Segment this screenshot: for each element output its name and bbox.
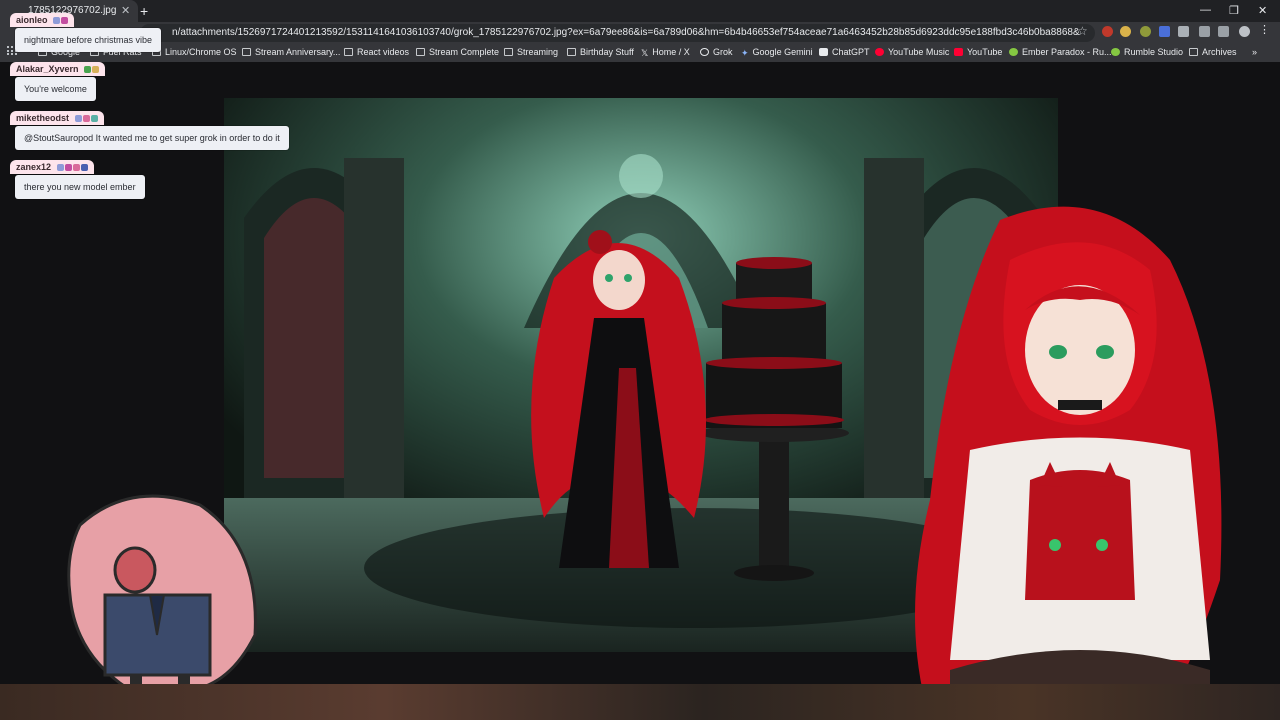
badge-icon (80, 164, 88, 171)
chat-username-block: aionleo (10, 13, 75, 27)
extension-icon[interactable] (1159, 26, 1170, 37)
youtube-music-icon (875, 48, 884, 56)
doodle-mascot (67, 494, 257, 705)
downloads-icon[interactable] (1218, 26, 1229, 37)
chat-username: Alakar_Xyvern (16, 64, 79, 74)
bookmark-home-x[interactable]: 𝕏 Home / X (641, 47, 690, 58)
menu-kebab-icon[interactable]: ⋮ (1259, 23, 1270, 36)
grok-icon (700, 48, 709, 56)
badge-icon (61, 17, 69, 24)
folder-icon (1189, 48, 1198, 56)
badge-icon (84, 66, 92, 73)
bookmark-birthday-stuff[interactable]: Birthday Stuff (567, 47, 634, 57)
badge-icon (74, 115, 82, 122)
folder-icon (416, 48, 425, 56)
close-window-icon[interactable]: ✕ (1258, 4, 1267, 17)
chat-badges (74, 113, 98, 123)
chat-message: Alakar_Xyvern You're welcome (10, 59, 106, 101)
chat-message-text: nightmare before christmas vibe (15, 28, 162, 52)
folder-icon (504, 48, 513, 56)
rumble-icon (1009, 48, 1018, 56)
bookmark-stream-complete[interactable]: Stream Complete (416, 47, 499, 57)
badge-icon (56, 164, 64, 171)
badge-icon (64, 164, 72, 171)
chat-badges (52, 15, 69, 25)
chat-message-text: @StoutSauropod It wanted me to get super… (15, 126, 289, 150)
volume-icon[interactable] (1178, 26, 1189, 37)
floor-rug-background (0, 684, 1280, 720)
folder-icon (242, 48, 251, 56)
bookmark-react-videos[interactable]: React videos (344, 47, 409, 57)
gemini-icon: ✦ (741, 48, 749, 58)
badge-icon (53, 17, 61, 24)
chat-message: aionleo nightmare before christmas vibe (10, 10, 162, 52)
bookmark-google-gemini[interactable]: ✦ Google Gemini (741, 47, 813, 58)
chat-username: miketheodst (16, 113, 70, 123)
chat-username: zanex12 (16, 162, 52, 172)
bookmark-stream-anniversary[interactable]: Stream Anniversary... (242, 47, 340, 57)
chat-username-block: Alakar_Xyvern (10, 62, 106, 76)
chat-username-block: zanex12 (10, 160, 94, 174)
bookmark-star-icon[interactable]: ☆ (1077, 24, 1088, 38)
badge-icon (90, 115, 98, 122)
chat-badges (56, 162, 88, 172)
bookmark-linux-chrome-os[interactable]: Linux/Chrome OS (152, 47, 237, 57)
extension-icon[interactable] (1120, 26, 1131, 37)
chat-message-text: You're welcome (15, 77, 96, 101)
profile-avatar-icon[interactable] (1239, 26, 1250, 37)
bookmark-streaming[interactable]: Streaming (504, 47, 558, 57)
badge-icon (82, 115, 90, 122)
address-bar-url: n/attachments/1526971724401213592/153114… (172, 27, 1080, 38)
chat-message: zanex12 there you new model ember (10, 157, 145, 199)
chat-username-block: miketheodst (10, 111, 104, 125)
minimize-icon[interactable]: — (1200, 4, 1211, 16)
vtuber-avatar (915, 206, 1222, 720)
badge-icon (72, 164, 80, 171)
chatgpt-icon (819, 48, 828, 56)
bookmarks-overflow-icon[interactable]: » (1252, 47, 1257, 57)
bookmark-rumble-studio[interactable]: Rumble Studio (1111, 47, 1183, 57)
youtube-icon (954, 48, 963, 56)
bookmark-chatgpt[interactable]: ChatGPT (819, 47, 870, 57)
extension-icon[interactable] (1140, 26, 1151, 37)
bookmark-youtube-music[interactable]: YouTube Music (875, 47, 949, 57)
bookmark-archives[interactable]: Archives (1189, 47, 1237, 57)
folder-icon (344, 48, 353, 56)
badge-icon (92, 66, 100, 73)
rumble-icon (1111, 48, 1120, 56)
restore-icon[interactable]: ❐ (1229, 4, 1239, 17)
adblock-extension-icon[interactable] (1102, 26, 1113, 37)
bookmark-grok[interactable]: Grok (700, 47, 733, 57)
folder-icon (567, 48, 576, 56)
extensions-puzzle-icon[interactable] (1199, 26, 1210, 37)
x-icon: 𝕏 (641, 48, 649, 58)
tab-strip (0, 0, 1280, 22)
chat-message: miketheodst @StoutSauropod It wanted me … (10, 108, 289, 150)
bookmark-ember-paradox[interactable]: Ember Paradox - Ru... (1009, 47, 1112, 57)
bookmark-youtube[interactable]: YouTube (954, 47, 1002, 57)
chat-message-text: there you new model ember (15, 175, 145, 199)
chat-username: aionleo (16, 15, 48, 25)
chat-badges (83, 64, 100, 74)
